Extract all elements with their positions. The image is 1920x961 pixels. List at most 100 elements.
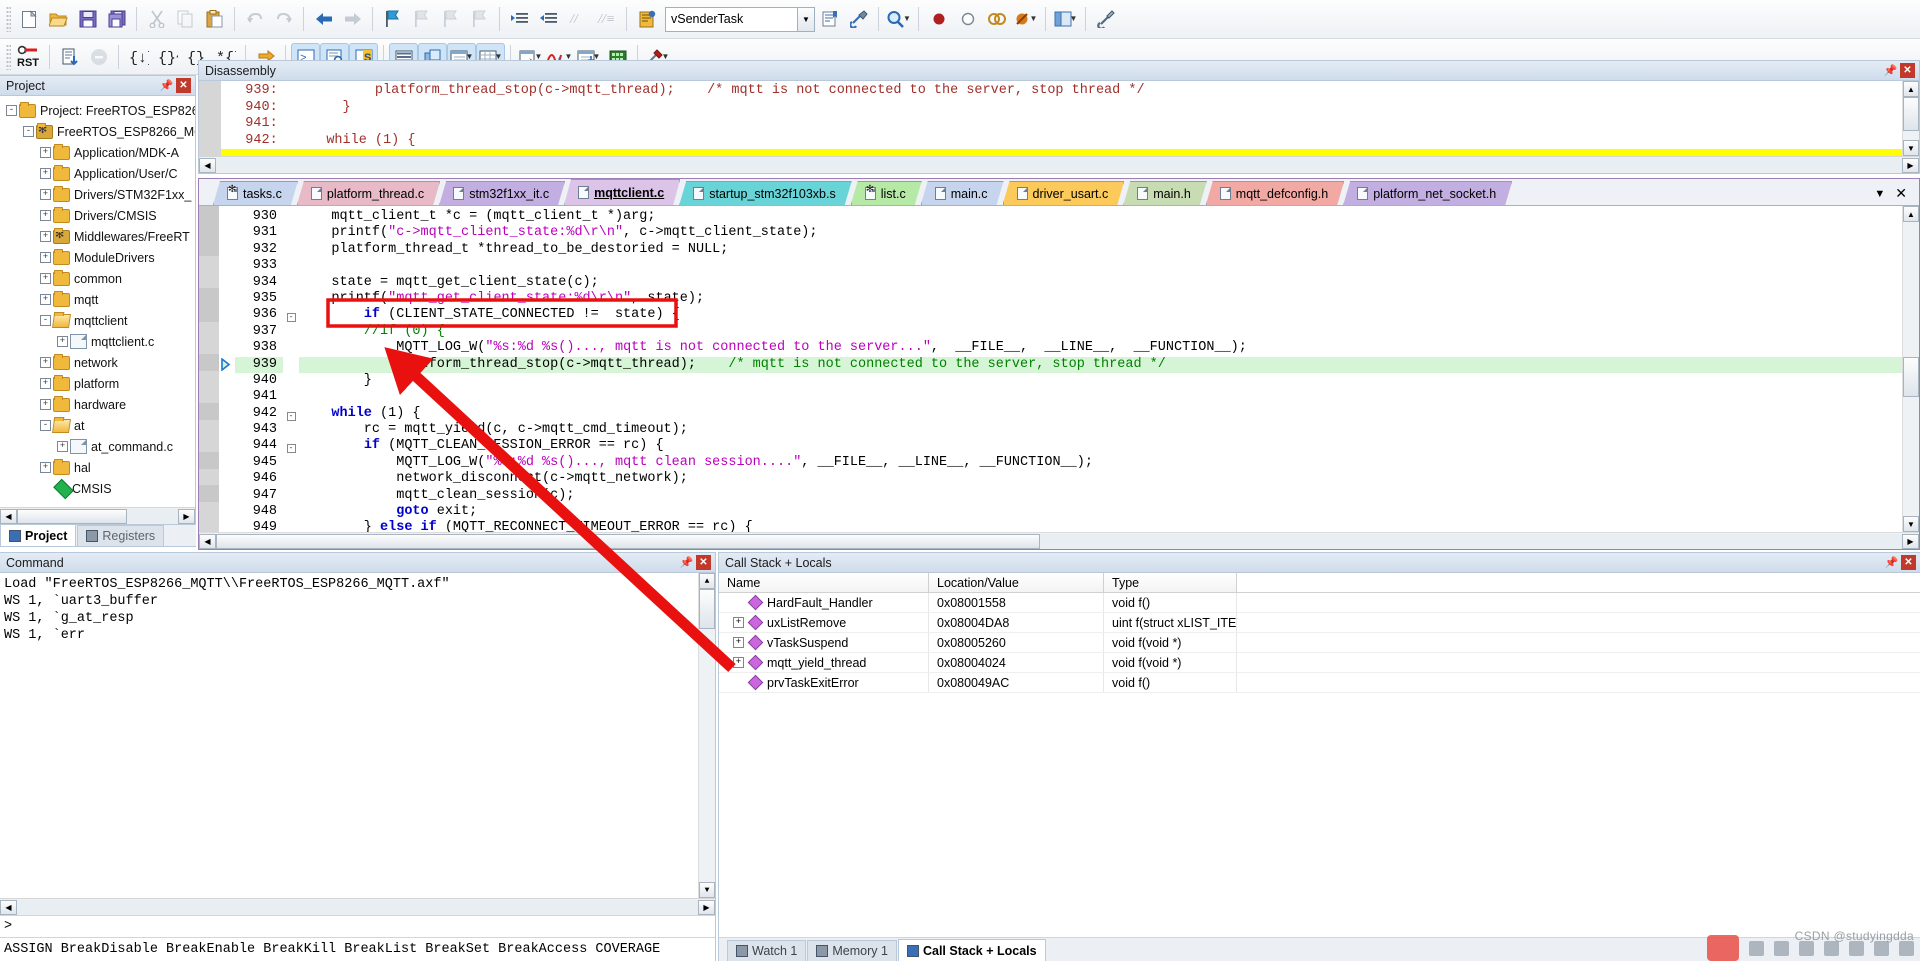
step-icon[interactable]: {↓} — [124, 43, 153, 71]
tree-item[interactable]: + Application/MDK-A — [2, 142, 195, 163]
code-line[interactable]: rc = mqtt_yield(c, c->mqtt_cmd_timeout); — [299, 422, 1919, 438]
editor-tab-platform_net_socket-h[interactable]: platform_net_socket.h — [1343, 181, 1512, 205]
tree-item[interactable]: + ModuleDrivers — [2, 247, 195, 268]
collapse-toggle-icon[interactable]: - — [40, 420, 51, 431]
vscroll-thumb[interactable] — [1903, 97, 1919, 131]
tree-item[interactable]: + hal — [2, 457, 195, 478]
command-vscrollbar[interactable]: ▲ ▼ — [698, 573, 715, 898]
copy-icon[interactable] — [171, 5, 200, 33]
editor-hscrollbar[interactable]: ◀ ▶ — [199, 532, 1919, 549]
code-line[interactable]: //if (0) { — [299, 324, 1919, 340]
close-icon[interactable]: ✕ — [696, 555, 711, 570]
command-input[interactable]: > — [0, 915, 715, 937]
bookmark-prev-icon[interactable] — [407, 5, 436, 33]
code-line[interactable]: mqtt_client_t *c = (mqtt_client_t *)arg; — [299, 209, 1919, 225]
table-row[interactable]: + mqtt_yield_thread 0x08004024 void f(void … — [719, 653, 1920, 673]
window-layout-icon[interactable]: ▼ — [1051, 5, 1080, 33]
editor-tab-list-c[interactable]: list.c — [851, 181, 922, 205]
callstack-name-cell[interactable]: HardFault_Handler — [719, 593, 929, 612]
editor-fold-gutter[interactable]: - - - — [283, 206, 299, 532]
expand-toggle-icon[interactable]: + — [40, 231, 51, 242]
scroll-down-icon[interactable]: ▼ — [1903, 140, 1919, 156]
hscroll-thumb[interactable] — [216, 533, 1040, 549]
expand-toggle-icon[interactable]: + — [40, 294, 51, 305]
tree-item[interactable]: + network — [2, 352, 195, 373]
code-line[interactable]: while (1) { — [299, 406, 1919, 422]
editor-vscrollbar[interactable]: ▲ ▼ — [1902, 206, 1919, 532]
callstack-rows[interactable]: HardFault_Handler 0x08001558 void f() + uxLi… — [719, 593, 1920, 693]
code-line[interactable]: network_disconnect(c->mqtt_network); — [299, 471, 1919, 487]
scroll-left-icon[interactable]: ◀ — [0, 899, 17, 915]
tree-item[interactable]: + mqttclient.c — [2, 331, 195, 352]
disassembly-body[interactable]: 939: platform_thread_stop(c->mqtt_thread… — [199, 81, 1919, 156]
column-header[interactable]: Type — [1104, 573, 1237, 592]
command-hscrollbar[interactable]: ◀ ▶ — [0, 898, 715, 915]
project-tree[interactable]: -Project: FreeRTOS_ESP8266_-FreeRTOS_ESP… — [0, 96, 195, 507]
chevron-down-icon[interactable]: ▼ — [1030, 15, 1038, 23]
column-header[interactable]: Name — [719, 573, 929, 592]
save-all-icon[interactable] — [102, 5, 131, 33]
tools-settings-icon[interactable] — [1091, 5, 1120, 33]
save-icon[interactable] — [73, 5, 102, 33]
table-row[interactable]: prvTaskExitError 0x080049AC void f() — [719, 673, 1920, 693]
code-line[interactable]: goto exit; — [299, 504, 1919, 520]
code-line[interactable]: MQTT_LOG_W("%s:%d %s()..., mqtt clean se… — [299, 455, 1919, 471]
tree-item[interactable]: + Middlewares/FreeRT — [2, 226, 195, 247]
paste-icon[interactable] — [200, 5, 229, 33]
vscroll-thumb[interactable] — [1903, 357, 1919, 397]
undo-icon[interactable] — [240, 5, 269, 33]
chevron-down-icon[interactable]: ▼ — [797, 7, 814, 31]
disassembly-vscrollbar[interactable]: ▲ ▼ — [1902, 81, 1919, 156]
collapse-toggle-icon[interactable]: - — [6, 105, 17, 116]
tree-item[interactable]: + at_command.c — [2, 436, 195, 457]
tree-item[interactable]: + Drivers/STM32F1xx_ — [2, 184, 195, 205]
tree-item[interactable]: - at — [2, 415, 195, 436]
editor-tab-platform_thread-c[interactable]: platform_thread.c — [297, 181, 440, 205]
editor-tab-startup_stm32f103xb-s[interactable]: startup_stm32f103xb.s — [679, 181, 851, 205]
scroll-right-icon[interactable]: ▶ — [1902, 533, 1919, 549]
navigate-forward-icon[interactable] — [338, 5, 367, 33]
editor-tab-stm32f1xx_it-c[interactable]: stm32f1xx_it.c — [439, 181, 565, 205]
outdent-icon[interactable] — [534, 5, 563, 33]
code-line[interactable] — [299, 389, 1919, 405]
expand-toggle-icon[interactable]: + — [40, 273, 51, 284]
editor-tab-tasks-c[interactable]: tasks.c — [213, 181, 298, 205]
collapse-toggle-icon[interactable]: - — [40, 315, 51, 326]
reset-cpu-icon[interactable]: RST — [15, 43, 44, 71]
hscroll-thumb[interactable] — [17, 508, 127, 524]
project-hscrollbar[interactable]: ◀ ▶ — [0, 507, 195, 524]
run-icon[interactable] — [55, 43, 84, 71]
stop-icon[interactable] — [84, 43, 113, 71]
expand-toggle-icon[interactable]: + — [40, 399, 51, 410]
expand-toggle-icon[interactable]: + — [40, 252, 51, 263]
tree-item[interactable]: - Project: FreeRTOS_ESP8266_ — [2, 100, 195, 121]
configure-target-icon[interactable] — [844, 5, 873, 33]
comment-icon[interactable]: // — [563, 5, 592, 33]
toolbar-grip[interactable] — [6, 43, 11, 70]
hscroll-track[interactable] — [17, 508, 178, 524]
tree-item[interactable]: + Drivers/CMSIS — [2, 205, 195, 226]
tree-item[interactable]: + platform — [2, 373, 195, 394]
expand-toggle-icon[interactable]: + — [40, 357, 51, 368]
callstack-name-cell[interactable]: + vTaskSuspend — [719, 633, 929, 652]
scroll-right-icon[interactable]: ▶ — [1902, 157, 1919, 173]
pin-icon[interactable]: 📌 — [159, 78, 174, 93]
disassembly-hscrollbar[interactable]: ◀ ▶ — [199, 156, 1919, 173]
vscroll-track[interactable] — [699, 589, 715, 882]
code-line[interactable]: state = mqtt_get_client_state(c); — [299, 275, 1919, 291]
bottom-tab-memory-1[interactable]: Memory 1 — [807, 940, 897, 961]
breakpoint-disable-icon[interactable] — [953, 5, 982, 33]
bookmark-toggle-icon[interactable] — [378, 5, 407, 33]
vscroll-track[interactable] — [1903, 97, 1919, 140]
tree-item[interactable]: + Application/User/C — [2, 163, 195, 184]
navigate-back-icon[interactable] — [309, 5, 338, 33]
editor-tab-mqtt_defconfig-h[interactable]: mqtt_defconfig.h — [1206, 181, 1344, 205]
expand-toggle-icon[interactable]: + — [40, 147, 51, 158]
indent-icon[interactable] — [505, 5, 534, 33]
editor-code-area[interactable]: mqtt_client_t *c = (mqtt_client_t *)arg;… — [299, 206, 1919, 532]
expand-toggle-icon[interactable]: + — [733, 657, 744, 668]
scroll-left-icon[interactable]: ◀ — [199, 533, 216, 549]
collapse-toggle-icon[interactable]: - — [23, 126, 34, 137]
callstack-table[interactable]: Name Location/Value Type HardFault_Handler… — [719, 573, 1920, 937]
scroll-right-icon[interactable]: ▶ — [698, 899, 715, 915]
